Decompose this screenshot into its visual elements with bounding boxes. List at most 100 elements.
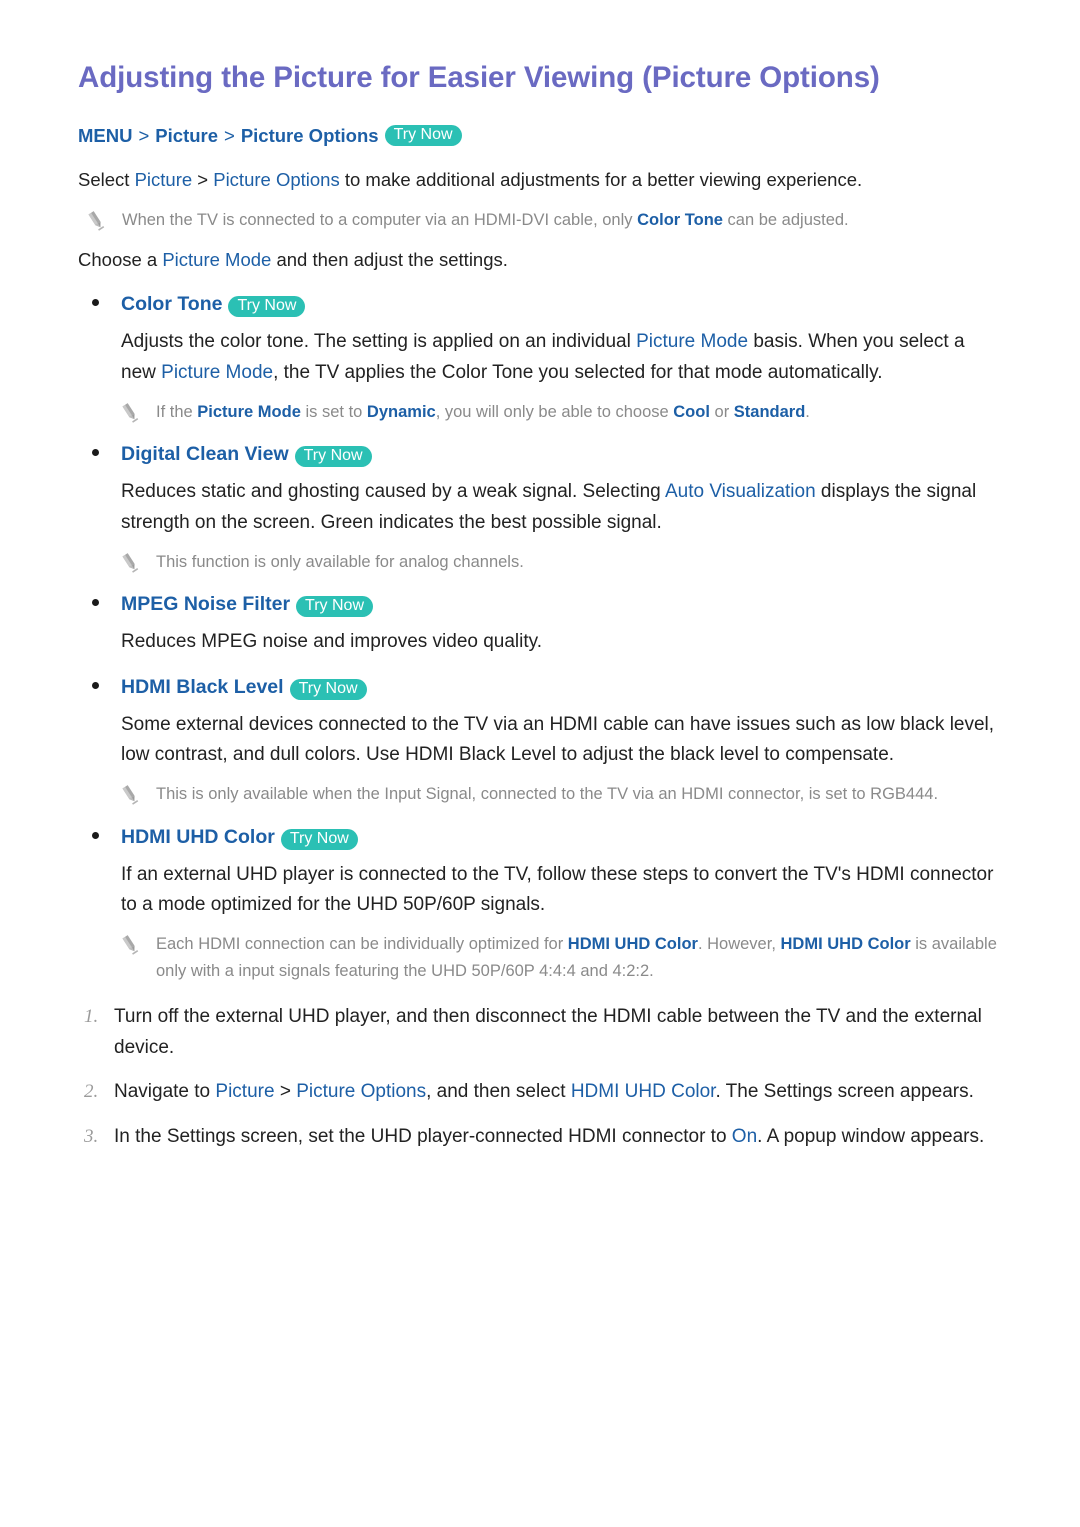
note-input-signal-rgb444: This is only available when the Input Si… [78, 781, 1002, 807]
note-link-picture-mode[interactable]: Picture Mode [197, 403, 301, 421]
steps-list: 1. Turn off the external UHD player, and… [78, 1002, 1002, 1153]
try-now-badge[interactable]: Try Now [294, 446, 372, 468]
note-analog-channels: This function is only available for anal… [78, 549, 1002, 575]
try-now-badge[interactable]: Try Now [228, 296, 306, 318]
note-link-cool[interactable]: Cool [673, 403, 710, 421]
step-text-a: Navigate to [114, 1081, 216, 1103]
note-link-dynamic[interactable]: Dynamic [367, 403, 436, 421]
breadcrumb-item-picture-options[interactable]: Picture Options [241, 123, 379, 149]
step-number: 1. [84, 1005, 99, 1027]
option-label[interactable]: HDMI Black Level [121, 676, 284, 699]
note-hdmi-dvi: When the TV is connected to a computer v… [78, 207, 1002, 233]
step-link-picture[interactable]: Picture [215, 1081, 274, 1102]
note-text-a: Each HDMI connection can be individually… [156, 935, 568, 954]
option-label[interactable]: Color Tone [121, 293, 222, 316]
pencil-icon [120, 402, 140, 424]
note-text-b: is set to [300, 402, 367, 421]
option-label[interactable]: MPEG Noise Filter [121, 593, 290, 616]
step-text: Turn off the external UHD player, and th… [114, 1005, 982, 1058]
option-label[interactable]: HDMI UHD Color [121, 826, 275, 849]
step-number: 2. [84, 1081, 99, 1103]
step-text-c: , and then select [426, 1081, 571, 1103]
intro-separator: > [192, 168, 214, 190]
option-heading-hdmi-black-level: HDMI Black Level Try Now [78, 676, 1002, 700]
body-link-auto-visualization[interactable]: Auto Visualization [665, 481, 816, 502]
pencil-icon [120, 784, 140, 806]
step-item: 3. In the Settings screen, set the UHD p… [78, 1122, 1002, 1153]
note-link-standard[interactable]: Standard [734, 403, 806, 421]
bullet-icon [92, 449, 99, 457]
body-link-picture-mode-1[interactable]: Picture Mode [636, 331, 748, 352]
note-link-color-tone[interactable]: Color Tone [637, 211, 723, 229]
note-dynamic-mode: If the Picture Mode is set to Dynamic, y… [78, 399, 1002, 425]
note-link-hdmi-uhd-color-1[interactable]: HDMI UHD Color [568, 935, 698, 953]
step-text-a: In the Settings screen, set the UHD play… [114, 1126, 732, 1148]
step-link-on[interactable]: On [732, 1126, 757, 1147]
step-text-d: . The Settings screen appears. [715, 1081, 974, 1103]
note-text-pre: When the TV is connected to a computer v… [122, 210, 638, 229]
step-item: 2. Navigate to Picture > Picture Options… [78, 1077, 1002, 1108]
bullet-icon [92, 299, 99, 307]
bullet-icon [92, 681, 99, 689]
option-body-mpeg-noise-filter: Reduces MPEG noise and improves video qu… [121, 630, 543, 652]
bullet-icon [92, 598, 99, 606]
option-body-hdmi-uhd-color: If an external UHD player is connected t… [121, 863, 994, 916]
step-link-hdmi-uhd-color[interactable]: HDMI UHD Color [571, 1081, 716, 1102]
try-now-badge[interactable]: Try Now [384, 125, 462, 147]
choose-text-post: and then adjust the settings. [271, 249, 508, 271]
note-text-a: If the [156, 402, 198, 421]
step-item: 1. Turn off the external UHD player, and… [78, 1002, 1002, 1064]
intro-paragraph: Select Picture > Picture Options to make… [78, 165, 1002, 195]
option-body-digital-clean-view: Reduces static and ghosting caused by a … [78, 477, 1002, 539]
step-text: Navigate to Picture > Picture Options, a… [114, 1077, 974, 1108]
step-text-b: . A popup window appears. [757, 1126, 985, 1148]
note-text: If the Picture Mode is set to Dynamic, y… [156, 399, 810, 425]
step-number: 3. [84, 1126, 99, 1148]
bullet-icon [92, 831, 99, 839]
intro-link-picture[interactable]: Picture [135, 169, 193, 190]
option-body-hdmi-black-level: Some external devices connected to the T… [121, 713, 995, 766]
option-heading-color-tone: Color Tone Try Now [78, 293, 1002, 318]
note-text-post: can be adjusted. [722, 210, 849, 229]
pencil-icon [86, 210, 106, 232]
intro-link-picture-options[interactable]: Picture Options [213, 169, 339, 190]
try-now-badge[interactable]: Try Now [289, 678, 367, 700]
note-text: Each HDMI connection can be individually… [156, 931, 1002, 984]
breadcrumb-separator-icon: > [138, 124, 150, 146]
note-text: This function is only available for anal… [156, 552, 524, 571]
try-now-badge[interactable]: Try Now [280, 828, 358, 850]
breadcrumb-separator-icon: > [224, 124, 235, 146]
choose-paragraph: Choose a Picture Mode and then adjust th… [78, 245, 1002, 275]
try-now-badge[interactable]: Try Now [296, 595, 374, 617]
note-text: When the TV is connected to a computer v… [122, 207, 849, 233]
step-text-b: > [274, 1081, 297, 1103]
breadcrumb-item-menu[interactable]: MENU [78, 123, 132, 149]
note-hdmi-uhd-color-availability: Each HDMI connection can be individually… [78, 931, 1002, 984]
body-text-a: Adjusts the color tone. The setting is a… [121, 331, 637, 353]
note-text-b: . However, [697, 935, 781, 954]
note-text: This is only available when the Input Si… [156, 785, 939, 804]
choose-link-picture-mode[interactable]: Picture Mode [162, 249, 271, 270]
step-text: In the Settings screen, set the UHD play… [114, 1122, 984, 1153]
option-heading-digital-clean-view: Digital Clean View Try Now [78, 443, 1002, 468]
pencil-icon [120, 552, 140, 574]
note-text-c: , you will only be able to choose [435, 402, 674, 421]
breadcrumb-item-picture[interactable]: Picture [155, 123, 218, 149]
note-link-hdmi-uhd-color-2[interactable]: HDMI UHD Color [781, 935, 911, 953]
intro-text-post: to make additional adjustments for a bet… [339, 168, 863, 190]
note-text-e: . [805, 402, 810, 421]
pencil-icon [120, 934, 140, 956]
option-heading-hdmi-uhd-color: HDMI UHD Color Try Now [78, 826, 1002, 850]
document-page: Adjusting the Picture for Easier Viewing… [0, 0, 1080, 1527]
page-title: Adjusting the Picture for Easier Viewing… [78, 61, 880, 94]
option-heading-mpeg-noise-filter: MPEG Noise Filter Try Now [78, 593, 1002, 617]
breadcrumb: MENU > Picture > Picture Options Try Now [78, 123, 1002, 149]
body-text-a: Reduces static and ghosting caused by a … [121, 481, 665, 503]
intro-text-pre: Select [78, 168, 135, 190]
note-text-d: or [709, 402, 734, 421]
option-body-color-tone: Adjusts the color tone. The setting is a… [78, 327, 1002, 389]
step-link-picture-options[interactable]: Picture Options [296, 1081, 426, 1102]
option-label[interactable]: Digital Clean View [121, 443, 289, 466]
choose-text-pre: Choose a [78, 249, 163, 271]
body-link-picture-mode-2[interactable]: Picture Mode [161, 362, 273, 383]
